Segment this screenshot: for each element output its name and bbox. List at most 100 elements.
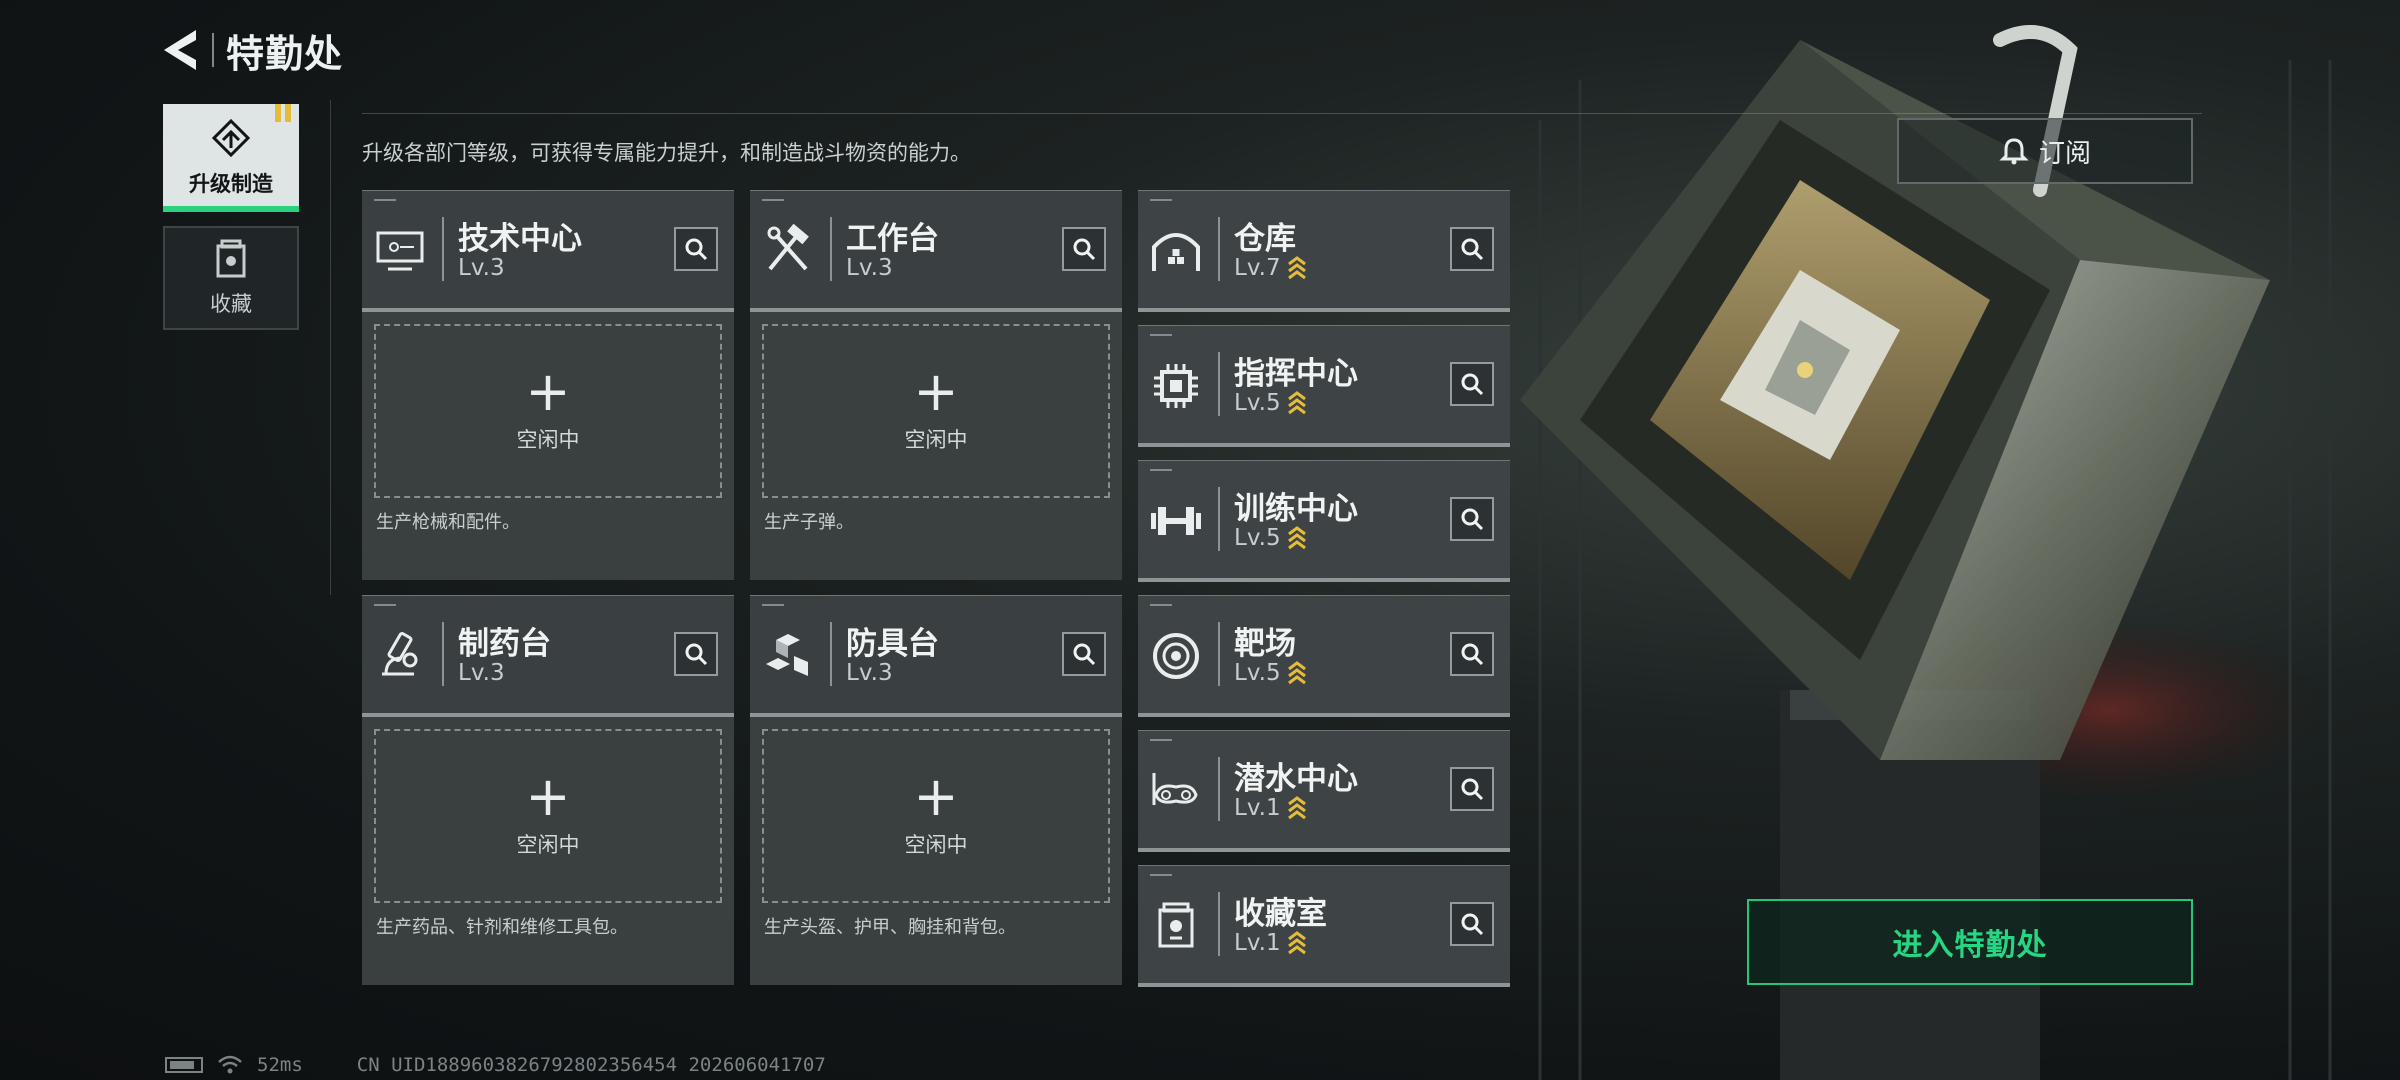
facility-level: Lv.7 bbox=[1234, 255, 1307, 281]
production-slot[interactable]: + 空闲中 bbox=[374, 324, 722, 498]
facility-card-workbench[interactable]: 工作台 Lv.3 bbox=[750, 190, 1122, 312]
top-rule bbox=[362, 113, 2202, 114]
plus-icon: + bbox=[913, 765, 959, 828]
rank-chevrons-icon bbox=[1287, 256, 1306, 280]
facility-card-warehouse[interactable]: 仓库 Lv.7 bbox=[1138, 190, 1510, 312]
side-rule bbox=[330, 100, 331, 595]
card-divider bbox=[1218, 487, 1220, 551]
rank-chevrons-icon bbox=[1287, 931, 1306, 955]
card-divider bbox=[1218, 352, 1220, 416]
back-arrow-icon bbox=[164, 30, 196, 70]
search-button[interactable] bbox=[1450, 497, 1494, 541]
facility-level: Lv.3 bbox=[846, 660, 893, 686]
card-corner-mark bbox=[1150, 739, 1172, 741]
search-icon bbox=[1461, 643, 1484, 666]
facility-production-panel: + 空闲中 生产枪械和配件。 bbox=[362, 312, 734, 580]
tab-label: 收藏 bbox=[210, 292, 252, 316]
user-uid: CN UID1889603826792802356454 20260604170… bbox=[356, 1054, 826, 1076]
production-slot[interactable]: + 空闲中 bbox=[374, 729, 722, 903]
facility-name: 仓库 bbox=[1234, 221, 1296, 257]
search-icon bbox=[1461, 913, 1484, 936]
card-divider bbox=[1218, 892, 1220, 956]
page-description: 升级各部门等级，可获得专属能力提升，和制造战斗物资的能力。 bbox=[362, 141, 971, 165]
facility-name: 训练中心 bbox=[1234, 491, 1358, 527]
card-divider bbox=[1218, 622, 1220, 686]
card-corner-mark bbox=[1150, 874, 1172, 876]
facility-card-collection-room[interactable]: 收藏室 Lv.1 bbox=[1138, 865, 1510, 987]
facility-card-command-center[interactable]: 指挥中心 Lv.5 bbox=[1138, 325, 1510, 447]
plus-icon: + bbox=[913, 360, 959, 423]
tech-center-icon bbox=[376, 231, 424, 271]
header: 特勤处 bbox=[160, 22, 343, 78]
rank-chevrons-icon bbox=[1287, 661, 1306, 685]
tab-upgrade-craft[interactable]: 升级制造 bbox=[163, 104, 299, 212]
facility-card-shooting-range[interactable]: 靶场 Lv.5 bbox=[1138, 595, 1510, 717]
level-text: Lv.7 bbox=[1234, 255, 1281, 281]
card-divider bbox=[1218, 757, 1220, 821]
search-button[interactable] bbox=[1450, 227, 1494, 271]
search-button[interactable] bbox=[1062, 632, 1106, 676]
production-description: 生产子弹。 bbox=[764, 512, 854, 533]
notification-badge bbox=[275, 104, 291, 122]
production-slot[interactable]: + 空闲中 bbox=[762, 729, 1110, 903]
idle-status: 空闲中 bbox=[904, 428, 968, 452]
screen: 特勤处 升级制造 收藏 升级各部门等级，可获得专属能力提升，和制造战斗物资的能力… bbox=[0, 0, 2400, 1080]
wifi-icon bbox=[218, 1055, 242, 1074]
enter-special-ops-button[interactable]: 进入特勤处 bbox=[1747, 899, 2193, 985]
facility-level: Lv.5 bbox=[1234, 390, 1307, 416]
card-corner-mark bbox=[1150, 334, 1172, 336]
facility-card-training-center[interactable]: 训练中心 Lv.5 bbox=[1138, 460, 1510, 582]
plus-icon: + bbox=[525, 360, 571, 423]
search-icon bbox=[1461, 373, 1484, 396]
facility-card-pharmacy[interactable]: 制药台 Lv.3 bbox=[362, 595, 734, 717]
search-icon bbox=[1073, 643, 1096, 666]
facility-name: 工作台 bbox=[846, 221, 939, 257]
tab-label: 升级制造 bbox=[189, 172, 273, 196]
facility-level: Lv.1 bbox=[1234, 795, 1307, 821]
collection-icon bbox=[216, 239, 246, 278]
armor-bench-icon bbox=[766, 634, 808, 676]
command-center-icon bbox=[1154, 364, 1198, 408]
idle-status: 空闲中 bbox=[516, 428, 580, 452]
search-button[interactable] bbox=[674, 227, 718, 271]
production-slot[interactable]: + 空闲中 bbox=[762, 324, 1110, 498]
idle-status: 空闲中 bbox=[904, 833, 968, 857]
card-corner-mark bbox=[762, 604, 784, 606]
facility-card-armor-bench[interactable]: 防具台 Lv.3 bbox=[750, 595, 1122, 717]
level-text: Lv.3 bbox=[458, 660, 505, 686]
search-button[interactable] bbox=[1450, 362, 1494, 406]
bell-icon bbox=[1999, 138, 2029, 165]
battery-icon bbox=[165, 1057, 203, 1073]
search-button[interactable] bbox=[674, 632, 718, 676]
search-icon bbox=[685, 238, 708, 261]
facility-level: Lv.3 bbox=[458, 660, 505, 686]
card-divider bbox=[1218, 217, 1220, 281]
card-corner-mark bbox=[762, 199, 784, 201]
level-text: Lv.3 bbox=[458, 255, 505, 281]
facility-name: 技术中心 bbox=[458, 221, 582, 257]
search-button[interactable] bbox=[1450, 632, 1494, 676]
facility-level: Lv.5 bbox=[1234, 660, 1307, 686]
card-corner-mark bbox=[1150, 604, 1172, 606]
back-button[interactable] bbox=[160, 25, 204, 75]
search-button[interactable] bbox=[1450, 902, 1494, 946]
search-icon bbox=[1461, 238, 1484, 261]
subscribe-button[interactable]: 订阅 bbox=[1897, 118, 2193, 184]
facility-card-diving-center[interactable]: 潜水中心 Lv.1 bbox=[1138, 730, 1510, 852]
training-center-icon bbox=[1151, 507, 1201, 535]
diving-center-icon bbox=[1152, 773, 1198, 805]
tab-collection[interactable]: 收藏 bbox=[163, 226, 299, 330]
upgrade-icon bbox=[211, 118, 251, 158]
rank-chevrons-icon bbox=[1287, 796, 1306, 820]
facility-card-tech-center[interactable]: 技术中心 Lv.3 bbox=[362, 190, 734, 312]
production-description: 生产枪械和配件。 bbox=[376, 512, 520, 533]
facility-name: 靶场 bbox=[1234, 626, 1296, 662]
search-button[interactable] bbox=[1450, 767, 1494, 811]
level-text: Lv.1 bbox=[1234, 795, 1281, 821]
facility-level: Lv.3 bbox=[458, 255, 505, 281]
status-bar: 52ms CN UID1889603826792802356454 202606… bbox=[165, 1054, 826, 1076]
search-icon bbox=[1073, 238, 1096, 261]
search-button[interactable] bbox=[1062, 227, 1106, 271]
header-divider bbox=[212, 33, 214, 67]
page-title: 特勤处 bbox=[226, 31, 344, 76]
